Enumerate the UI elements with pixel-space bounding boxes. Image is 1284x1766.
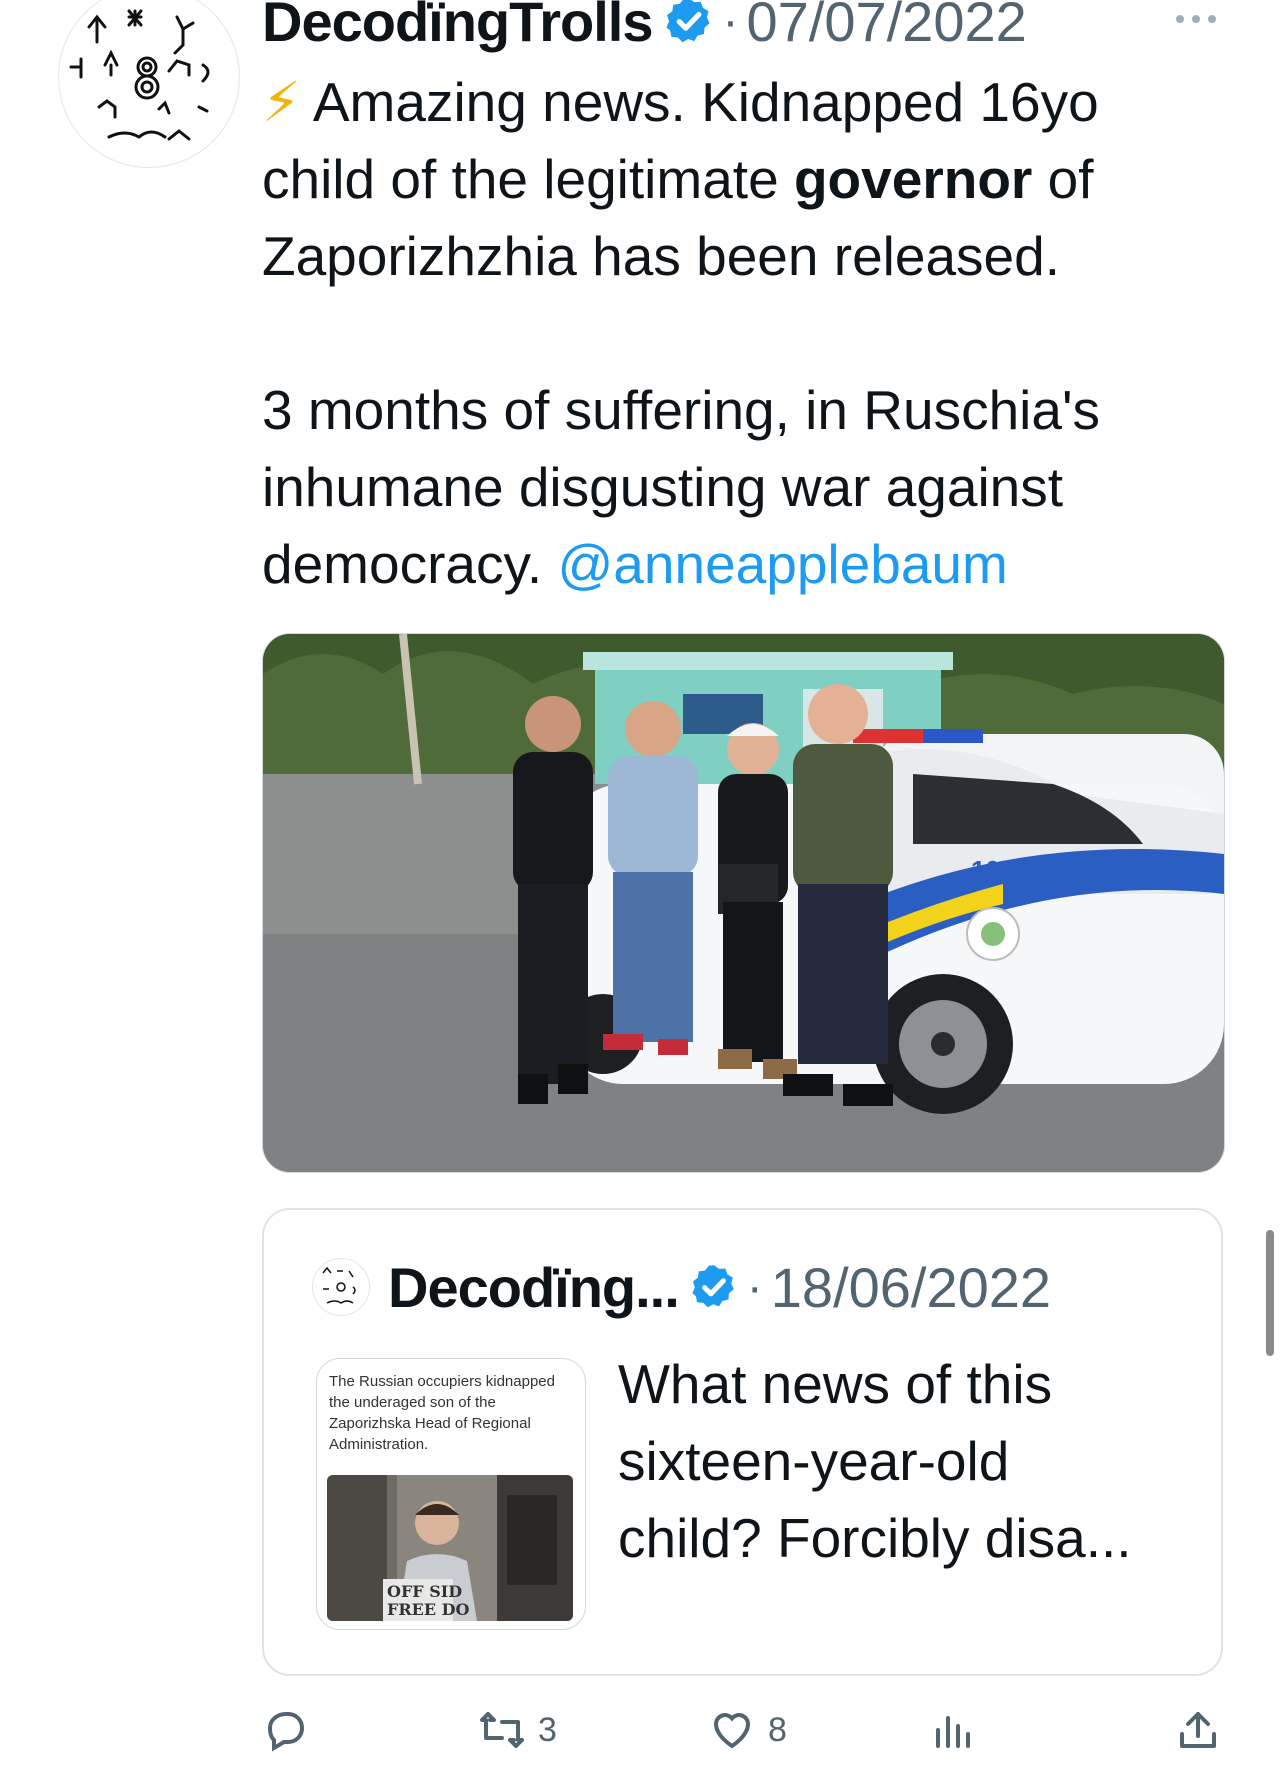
car-number: 102 [971, 855, 1014, 885]
quoted-author-avatar [312, 1258, 370, 1316]
scrollbar[interactable] [1266, 1230, 1274, 1356]
tweet-line-2-pre: child of the legitimate [262, 148, 794, 210]
quoted-line-3: child? Forcibly disa... [618, 1507, 1132, 1569]
more-icon[interactable] [1172, 4, 1220, 34]
tweet-text: ⚡ Amazing news. Kidnapped 16yo child of … [262, 64, 1202, 603]
thumbnail-caption: The Russian occupiers kidnapped the unde… [329, 1373, 555, 1453]
like-icon [713, 1713, 751, 1749]
quoted-separator: · [746, 1260, 763, 1314]
quoted-author-name: Decodïng... [388, 1255, 680, 1319]
retweet-count: 3 [538, 1710, 557, 1749]
tweet-line-4: 3 months of suffering, in Ruschia's [262, 379, 1100, 441]
photo-illustration: 102 ІЯ [263, 634, 1224, 1172]
tweet-date[interactable]: 07/07/2022 [746, 0, 1026, 54]
views-button[interactable] [928, 1706, 988, 1754]
tweet-line-6: democracy. [262, 533, 558, 595]
reply-icon [267, 1712, 305, 1752]
quoted-avatar-glyphs [322, 1266, 356, 1304]
share-button[interactable] [1174, 1706, 1222, 1754]
tweet-line-5: inhumane disgusting war against [262, 456, 1064, 518]
share-icon [1180, 1712, 1216, 1748]
like-button[interactable]: 8 [708, 1706, 787, 1754]
author-avatar[interactable] [58, 0, 240, 168]
retweet-button[interactable]: 3 [478, 1706, 557, 1754]
quoted-thumbnail: The Russian occupiers kidnapped the unde… [316, 1358, 586, 1630]
mention-link[interactable]: @anneapplebaum [557, 533, 1007, 595]
verified-icon [692, 1265, 734, 1308]
quoted-line-2: sixteen-year-old [618, 1430, 1010, 1492]
shirt-text-1: OFF SID [387, 1582, 462, 1601]
verified-icon [665, 0, 710, 43]
lightning-icon: ⚡ [262, 71, 301, 133]
thumbnail-illustration: OFF SID FREE DO [327, 1475, 573, 1621]
tweet-line-3: Zaporizhzhia has been released. [262, 225, 1061, 287]
tweet-photo[interactable]: 102 ІЯ [262, 633, 1225, 1173]
quoted-date: 18/06/2022 [770, 1255, 1052, 1319]
author-name[interactable]: DecodïngTrolls [262, 0, 653, 54]
views-icon [936, 1716, 970, 1748]
quoted-tweet[interactable]: Decodïng... · 18/06/2022 The Russian occ… [262, 1208, 1223, 1676]
reply-button[interactable] [262, 1706, 322, 1754]
avatar-glyphs [69, 9, 210, 141]
tweet-header: DecodïngTrolls · 07/07/2022 [262, 0, 1027, 56]
like-count: 8 [768, 1710, 787, 1749]
quoted-line-1: What news of this [618, 1353, 1053, 1415]
thumbnail-photo: OFF SID FREE DO [327, 1475, 573, 1621]
shirt-text-2: FREE DO [387, 1600, 469, 1619]
retweet-icon [480, 1712, 524, 1748]
tweet-line-2-bold: governor [793, 148, 1033, 210]
tweet-actions: 3 8 [262, 1706, 1223, 1766]
header-separator: · [722, 0, 739, 48]
quoted-text: What news of this sixteen-year-old child… [618, 1346, 1208, 1577]
quoted-header: Decodïng... · 18/06/2022 [388, 1252, 1051, 1322]
tweet-line-2-post: of [1032, 148, 1094, 210]
tweet-line-1: Amazing news. Kidnapped 16yo [312, 71, 1099, 133]
